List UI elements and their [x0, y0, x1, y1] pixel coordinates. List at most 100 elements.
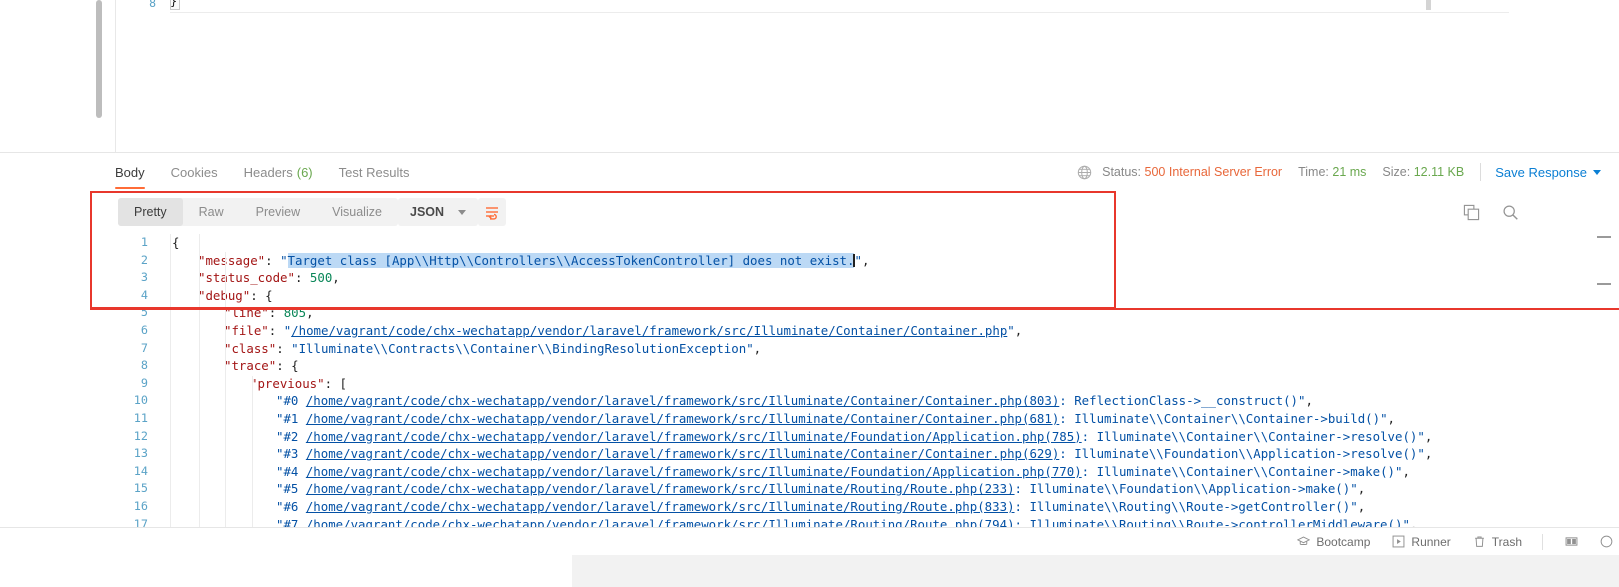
- view-mode-pretty-label: Pretty: [134, 205, 167, 219]
- json-response-body[interactable]: 1{2 "message": "Target class [App\\Http\\…: [0, 234, 1619, 534]
- graduation-cap-icon: [1297, 536, 1311, 546]
- status-label: Status:: [1102, 165, 1142, 179]
- json-line-number: 9: [140, 375, 148, 390]
- json-line-number: 5: [140, 305, 148, 320]
- json-token: :: [265, 252, 281, 268]
- json-token: : [: [324, 375, 347, 391]
- json-token[interactable]: /home/vagrant/code/chx-wechatapp/vendor/…: [306, 499, 1015, 514]
- view-mode-pretty[interactable]: Pretty: [118, 198, 183, 226]
- json-line-number: 10: [133, 393, 148, 408]
- sidebar-scroll-thumb[interactable]: [96, 0, 102, 118]
- status-bar-item-bootcamp[interactable]: Bootcamp: [1297, 535, 1370, 549]
- json-token: :: [276, 340, 292, 356]
- taskbar-left-segment: [0, 555, 572, 587]
- json-line: 4 "debug": {: [0, 287, 1619, 305]
- json-line-content: "#5 /home/vagrant/code/chx-wechatapp/ven…: [276, 480, 1365, 498]
- json-token: ": [1007, 322, 1015, 338]
- os-taskbar-strip: [0, 555, 1619, 587]
- indent-guide: [225, 252, 226, 534]
- json-line-content: "#0 /home/vagrant/code/chx-wechatapp/ven…: [276, 392, 1313, 410]
- copy-icon[interactable]: [1463, 204, 1480, 221]
- word-wrap-icon: [486, 207, 498, 220]
- json-line-number: 7: [140, 340, 148, 355]
- app-status-bar: Bootcamp Runner Trash: [0, 527, 1619, 555]
- json-line: 3 "status_code": 500,: [0, 269, 1619, 287]
- json-token[interactable]: /home/vagrant/code/chx-wechatapp/vendor/…: [306, 446, 1059, 461]
- json-token: {: [172, 235, 180, 250]
- json-line-content: "debug": {: [198, 287, 273, 305]
- editor-vertical-scrollbar[interactable]: [1426, 0, 1431, 10]
- tab-test-results[interactable]: Test Results: [339, 153, 410, 191]
- json-token: ": [854, 252, 862, 268]
- json-line-content: "#1 /home/vagrant/code/chx-wechatapp/ven…: [276, 410, 1395, 428]
- status-bar-help[interactable]: [1600, 535, 1613, 548]
- view-mode-raw[interactable]: Raw: [183, 198, 240, 226]
- taskbar-right-segment: [572, 555, 1619, 587]
- status-bar-item-trash-label: Trash: [1491, 534, 1522, 549]
- json-line-content: "previous": [: [250, 375, 347, 393]
- json-token[interactable]: /home/vagrant/code/chx-wechatapp/vendor/…: [306, 429, 1082, 444]
- status-value: 500 Internal Server Error: [1144, 165, 1283, 179]
- scroll-marker: [1597, 236, 1611, 238]
- json-line-content: "message": "Target class [App\\Http\\Con…: [198, 252, 869, 270]
- json-line-number: 15: [133, 481, 148, 496]
- json-line: 1{: [0, 234, 1619, 252]
- indent-guide: [199, 234, 200, 534]
- json-token: "message": [198, 252, 266, 268]
- tab-body[interactable]: Body: [115, 153, 145, 191]
- format-select-value: JSON: [410, 205, 445, 219]
- size-value: 12.11 KB: [1413, 165, 1465, 179]
- json-token: "#6: [276, 498, 306, 514]
- help-circle-icon: [1600, 535, 1613, 548]
- response-tabs-bar: Body Cookies Headers (6) Test Results St…: [0, 152, 1619, 190]
- tab-headers-label: Headers: [243, 164, 293, 180]
- play-square-icon: [1392, 535, 1405, 548]
- json-line-content: {: [172, 234, 179, 252]
- json-line-list: 1{2 "message": "Target class [App\\Http\\…: [0, 234, 1619, 533]
- json-token: ": [280, 252, 288, 268]
- json-line-content: "status_code": 500,: [198, 269, 340, 287]
- tab-headers[interactable]: Headers (6): [244, 153, 313, 191]
- json-line-content: "#3 /home/vagrant/code/chx-wechatapp/ven…: [276, 445, 1432, 463]
- status-bar-item-bootcamp-label: Bootcamp: [1316, 534, 1371, 549]
- editor-surface[interactable]: 8 }: [115, 0, 1519, 152]
- tab-cookies[interactable]: Cookies: [171, 153, 218, 191]
- annotation-underline: [90, 308, 1619, 310]
- search-icon[interactable]: [1502, 204, 1519, 221]
- status-bar-item-trash[interactable]: Trash: [1473, 535, 1522, 549]
- json-line-number: 1: [140, 235, 148, 249]
- time-badge: Time: 21 ms: [1298, 165, 1366, 179]
- chevron-down-icon: [458, 209, 467, 215]
- format-select[interactable]: JSON: [398, 198, 479, 226]
- json-token[interactable]: /home/vagrant/code/chx-wechatapp/vendor/…: [306, 411, 1059, 426]
- time-value: 21 ms: [1332, 165, 1367, 179]
- json-token: : Illuminate\\Container\\Container->make…: [1081, 463, 1403, 479]
- word-wrap-button[interactable]: [478, 198, 506, 226]
- json-token[interactable]: /home/vagrant/code/chx-wechatapp/vendor/…: [306, 481, 1015, 496]
- json-token: "status_code": [198, 270, 295, 286]
- save-response-button[interactable]: Save Response: [1495, 165, 1601, 180]
- json-line-number: 4: [140, 287, 148, 302]
- json-line-content: "#6 /home/vagrant/code/chx-wechatapp/ven…: [276, 498, 1365, 516]
- json-token[interactable]: /home/vagrant/code/chx-wechatapp/vendor/…: [291, 323, 1007, 338]
- scroll-marker: [1597, 283, 1611, 285]
- json-token[interactable]: /home/vagrant/code/chx-wechatapp/vendor/…: [306, 464, 1082, 479]
- json-token: "#5: [276, 481, 306, 497]
- view-mode-preview[interactable]: Preview: [240, 198, 316, 226]
- json-token: ,: [1424, 446, 1433, 462]
- json-line-content: "#4 /home/vagrant/code/chx-wechatapp/ven…: [276, 463, 1410, 481]
- json-line-content: "trace": {: [224, 357, 299, 375]
- globe-icon: [1077, 165, 1092, 179]
- status-bar-layout-toggle[interactable]: [1565, 535, 1578, 548]
- json-token[interactable]: /home/vagrant/code/chx-wechatapp/vendor/…: [306, 393, 1059, 408]
- json-token: : Illuminate\\Container\\Container->reso…: [1081, 428, 1425, 444]
- json-token: "#0: [276, 393, 306, 409]
- editor-line-number: 8: [149, 0, 156, 10]
- view-mode-visualize[interactable]: Visualize: [316, 198, 398, 226]
- json-token: "#4: [276, 463, 306, 479]
- status-bar-item-runner[interactable]: Runner: [1392, 535, 1451, 549]
- json-line: 5 "line": 805,: [0, 304, 1619, 322]
- json-line: 11 "#1 /home/vagrant/code/chx-wechatapp/v…: [0, 410, 1619, 428]
- editor-line-underline: [170, 12, 1509, 13]
- json-token: ,: [861, 252, 870, 268]
